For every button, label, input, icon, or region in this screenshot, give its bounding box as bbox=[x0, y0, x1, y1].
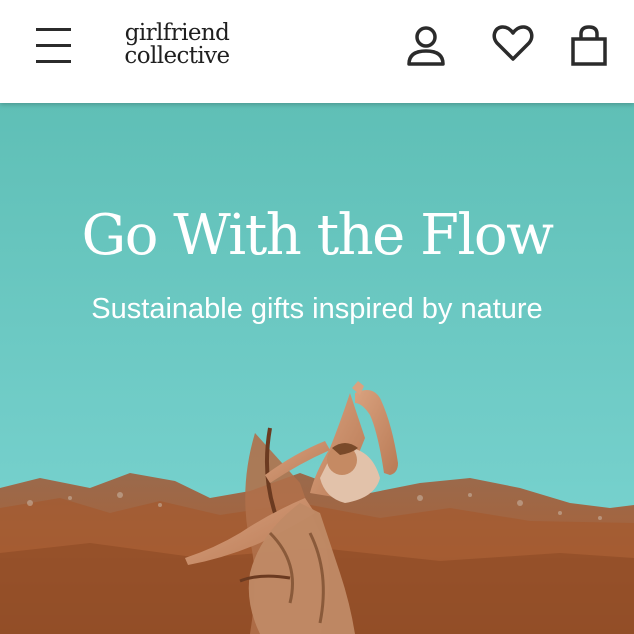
brand-logo[interactable]: girlfriend collective bbox=[112, 22, 242, 68]
account-icon[interactable] bbox=[404, 24, 448, 70]
logo-line-1: girlfriend bbox=[124, 20, 230, 46]
hero-image bbox=[0, 103, 634, 634]
site-header: girlfriend collective bbox=[0, 0, 634, 103]
logo-line-2: collective bbox=[124, 43, 230, 69]
menu-icon[interactable] bbox=[36, 26, 72, 66]
hero-subtitle: Sustainable gifts inspired by nature bbox=[91, 293, 543, 325]
hero-title: Go With the Flow bbox=[81, 203, 554, 268]
heart-icon[interactable] bbox=[492, 22, 534, 64]
hero-banner[interactable]: Go With the Flow Sustainable gifts inspi… bbox=[0, 103, 634, 634]
shopping-bag-icon[interactable] bbox=[570, 24, 608, 68]
